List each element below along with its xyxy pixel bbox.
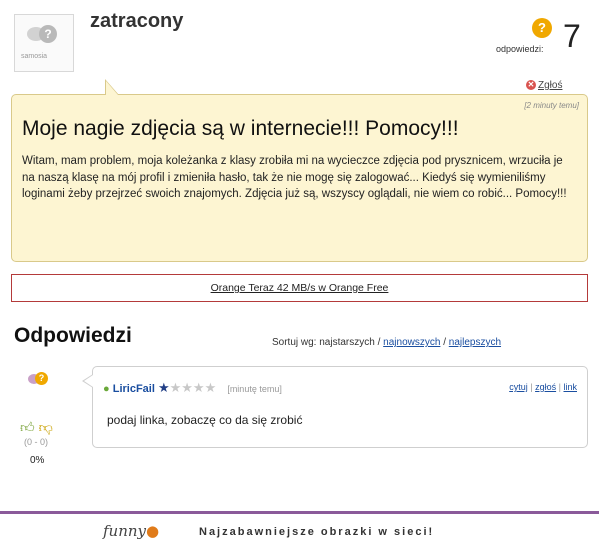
- reply-avatar[interactable]: ?: [28, 372, 48, 388]
- star-filled-icon: ★: [157, 380, 170, 395]
- reply-box: ● LiricFail ★★★★★ [minutę temu] cytuj | …: [92, 366, 588, 448]
- footer-logo: funny●: [103, 522, 159, 540]
- answers-question-icon: ?: [532, 18, 552, 38]
- question-bubble-tail-fill: [106, 81, 118, 95]
- ad-banner[interactable]: Orange Teraz 42 MB/s w Orange Free: [11, 274, 588, 302]
- footer-divider: [0, 511, 599, 514]
- sort-options: Sortuj wg: najstarszych / najnowszych / …: [272, 337, 501, 348]
- answers-count: 7: [563, 18, 581, 54]
- sort-label: Sortuj wg: najstarszych /: [272, 337, 381, 348]
- reply-time: [minutę temu]: [227, 384, 282, 394]
- answers-label: odpowiedzi:: [496, 44, 544, 54]
- cite-link[interactable]: cytuj: [509, 382, 528, 392]
- vote-percent: 0%: [30, 455, 45, 466]
- question-title: Moje nagie zdjęcia są w internecie!!! Po…: [22, 117, 459, 140]
- question-box: [2 minuty temu] Moje nagie zdjęcia są w …: [11, 94, 588, 262]
- question-author[interactable]: zatracony: [90, 10, 183, 33]
- footer-tagline: Najzabawniejsze obrazki w sieci!: [199, 526, 435, 538]
- question-mark-icon: ?: [39, 25, 57, 43]
- star-empty-icon: ★★★★: [169, 380, 217, 395]
- ad-link[interactable]: Orange Teraz 42 MB/s w Orange Free: [211, 282, 389, 294]
- footer-logo-text: funny: [103, 522, 147, 540]
- reply-permalink[interactable]: link: [563, 382, 577, 392]
- reply-author[interactable]: LiricFail: [113, 383, 155, 395]
- question-time: [2 minuty temu]: [524, 101, 579, 110]
- report-link[interactable]: Zgłoś: [538, 80, 562, 91]
- thumbs-up-icon[interactable]: 👍︎: [20, 419, 35, 435]
- reply-report-link[interactable]: zgłoś: [535, 382, 556, 392]
- report-icon: ✕: [526, 80, 536, 90]
- reply-header: ● LiricFail ★★★★★ [minutę temu]: [103, 380, 282, 396]
- reply-bubble-tail-fill: [84, 375, 93, 387]
- logo-dot-icon: ●: [146, 522, 160, 540]
- question-body: Witam, mam problem, moja koleżanka z kla…: [22, 155, 567, 200]
- online-dot-icon: ●: [103, 383, 110, 395]
- reply-text: podaj linka, zobaczę co da się zrobić: [107, 413, 303, 427]
- sort-separator: /: [443, 337, 446, 348]
- avatar-caption: samosia: [21, 53, 48, 60]
- sort-best-link[interactable]: najlepszych: [449, 337, 501, 348]
- answers-heading: Odpowiedzi: [14, 324, 132, 347]
- question-mark-icon: ?: [35, 372, 48, 385]
- thumbs-down-icon[interactable]: 👎︎: [39, 419, 53, 435]
- vote-count: (0 - 0): [24, 437, 49, 447]
- reply-actions: cytuj | zgłoś | link: [509, 382, 577, 392]
- sort-newest-link[interactable]: najnowszych: [383, 337, 440, 348]
- rating-stars: ★★★★★: [158, 380, 216, 395]
- user-avatar[interactable]: ? samosia: [14, 14, 74, 72]
- vote-controls: 👍︎ 👎︎: [20, 419, 53, 436]
